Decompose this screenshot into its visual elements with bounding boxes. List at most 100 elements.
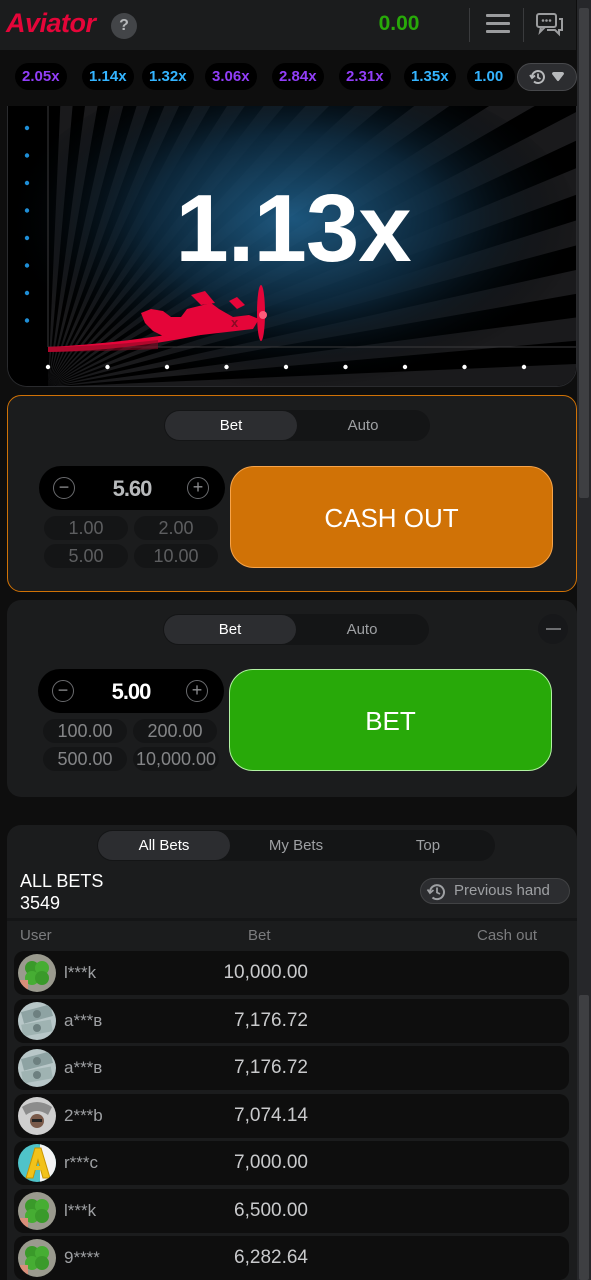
aviator-game-page: Aviator ? 0.00 2.05x 1.14x 1.32x 3.06x 2… xyxy=(0,0,591,1280)
avatar xyxy=(18,1096,56,1135)
remove-panel-button[interactable] xyxy=(538,614,568,644)
x-axis-dot xyxy=(224,364,229,370)
bet-user: a***в xyxy=(64,1058,103,1077)
scrollbar-thumb-lower[interactable] xyxy=(579,995,589,1280)
bet-amount-input[interactable]: 5.00 xyxy=(78,679,184,705)
x-axis-dot xyxy=(462,364,467,370)
bet-row: r***c 7,000.00 xyxy=(14,1141,569,1185)
divider xyxy=(7,918,577,921)
bet-row: l***k 10,000.00 xyxy=(14,951,569,995)
all-bets-title: ALL BETS xyxy=(20,871,104,891)
previous-hand-button[interactable]: Previous hand xyxy=(420,878,570,904)
help-icon[interactable]: ? xyxy=(111,13,137,39)
bet-amount: 7,000.00 xyxy=(234,1152,308,1173)
cash-out-button[interactable]: CASH OUT xyxy=(230,466,553,568)
tab-bet[interactable]: Bet xyxy=(164,615,296,644)
avatar xyxy=(18,1191,56,1230)
bet-panel-1: Bet Auto − 5.60 + 1.00 2.00 5.00 10.00 C… xyxy=(7,395,577,592)
quick-amount-button[interactable]: 5.00 xyxy=(44,544,128,568)
aviator-logo: Aviator xyxy=(6,8,96,38)
tab-my-bets[interactable]: My Bets xyxy=(230,831,362,860)
history-value: 1.32x xyxy=(149,68,187,85)
x-axis-dot xyxy=(521,364,527,370)
bet-row: a***в 7,176.72 xyxy=(14,1046,569,1090)
bet-user: l***k xyxy=(64,1200,97,1220)
quick-amount-button[interactable]: 1.00 xyxy=(44,516,128,540)
x-axis-dot xyxy=(105,364,110,370)
column-header-bet: Bet xyxy=(248,927,271,944)
history-value: 2.84x xyxy=(279,68,317,85)
quick-amount-button[interactable]: 10.00 xyxy=(134,544,218,568)
minus-icon xyxy=(546,628,561,630)
previous-hand-label: Previous hand xyxy=(454,882,550,899)
bet-mode-switch: Bet Auto xyxy=(164,410,430,441)
quick-amount-button[interactable]: 10,000.00 xyxy=(133,747,219,771)
history-value: 3.06x xyxy=(212,68,250,85)
x-axis-dot xyxy=(343,364,348,370)
increase-amount-button[interactable]: + xyxy=(186,680,208,702)
x-axis-dot xyxy=(402,364,408,370)
history-chip: 2.31x xyxy=(339,63,391,90)
history-chip: 2.05x xyxy=(15,63,67,90)
y-axis-dot xyxy=(24,125,30,131)
tab-auto[interactable]: Auto xyxy=(297,411,429,440)
hamburger-menu-icon[interactable] xyxy=(484,14,512,36)
header-divider xyxy=(469,8,470,42)
all-bets-count: 3549 xyxy=(20,893,61,913)
bet-user: a***в xyxy=(64,1010,103,1030)
history-clock-icon xyxy=(529,70,545,85)
history-value: 2.05x xyxy=(22,68,60,85)
balance-display: 0.00 xyxy=(378,12,420,35)
avatar xyxy=(18,1049,56,1087)
bet-row: 9**** 6,282.64 xyxy=(14,1236,569,1280)
scrollbar-thumb-upper[interactable] xyxy=(579,8,589,498)
bet-amount: 6,282.64 xyxy=(234,1247,308,1268)
bet-panel-2: Bet Auto − 5.00 + 100.00 200.00 500.00 1… xyxy=(7,600,577,797)
bet-amount-stepper: − 5.00 + xyxy=(38,669,224,713)
bet-button[interactable]: BET xyxy=(229,669,552,771)
chat-icon[interactable] xyxy=(535,12,565,38)
history-value: 2.31x xyxy=(346,68,384,85)
avatar xyxy=(18,1144,56,1182)
bet-mode-switch: Bet Auto xyxy=(163,614,429,645)
header-divider xyxy=(523,8,524,42)
tab-bet[interactable]: Bet xyxy=(165,411,297,440)
history-chip: 2.84x xyxy=(272,63,324,90)
current-multiplier: 1.13x xyxy=(175,175,411,282)
y-axis-dot xyxy=(24,290,30,296)
history-value: 1.00 xyxy=(474,68,504,85)
avatar xyxy=(18,1239,56,1277)
x-axis-dot xyxy=(283,364,289,370)
decrease-amount-button[interactable]: − xyxy=(53,477,75,499)
bet-amount: 6,500.00 xyxy=(234,1199,308,1221)
history-chip: 1.35x xyxy=(404,63,456,90)
tab-all-bets[interactable]: All Bets xyxy=(98,831,230,860)
column-header-user: User xyxy=(20,927,52,944)
history-chip: 1.14x xyxy=(82,63,134,90)
round-history-button[interactable] xyxy=(517,63,577,91)
x-axis-dot xyxy=(164,364,170,370)
history-chip: 3.06x xyxy=(205,63,257,90)
quick-amount-button[interactable]: 200.00 xyxy=(133,719,217,743)
bets-tabs: All Bets My Bets Top xyxy=(97,830,495,861)
bet-user: 9**** xyxy=(64,1248,100,1267)
decrease-amount-button[interactable]: − xyxy=(52,680,74,702)
bet-row: 2***b 7,074.14 xyxy=(14,1093,569,1138)
bet-user: r***c xyxy=(64,1153,99,1172)
tab-auto[interactable]: Auto xyxy=(296,615,428,644)
y-axis-dot xyxy=(24,318,30,323)
column-header-cash-out: Cash out xyxy=(477,927,538,944)
top-bar: Aviator ? 0.00 xyxy=(0,0,576,50)
avatar xyxy=(18,1001,56,1040)
bet-amount: 7,176.72 xyxy=(234,1057,308,1078)
bet-amount: 10,000.00 xyxy=(223,962,308,983)
increase-amount-button[interactable]: + xyxy=(187,477,209,499)
tab-top[interactable]: Top xyxy=(362,831,494,860)
game-canvas: x 1.13x xyxy=(7,106,577,387)
bet-amount-input[interactable]: 5.60 xyxy=(79,476,185,502)
quick-amount-button[interactable]: 100.00 xyxy=(43,719,127,743)
bet-amount: 7,074.14 xyxy=(234,1104,308,1126)
quick-amount-button[interactable]: 2.00 xyxy=(134,516,218,540)
svg-text:x: x xyxy=(231,315,239,330)
quick-amount-button[interactable]: 500.00 xyxy=(43,747,127,771)
